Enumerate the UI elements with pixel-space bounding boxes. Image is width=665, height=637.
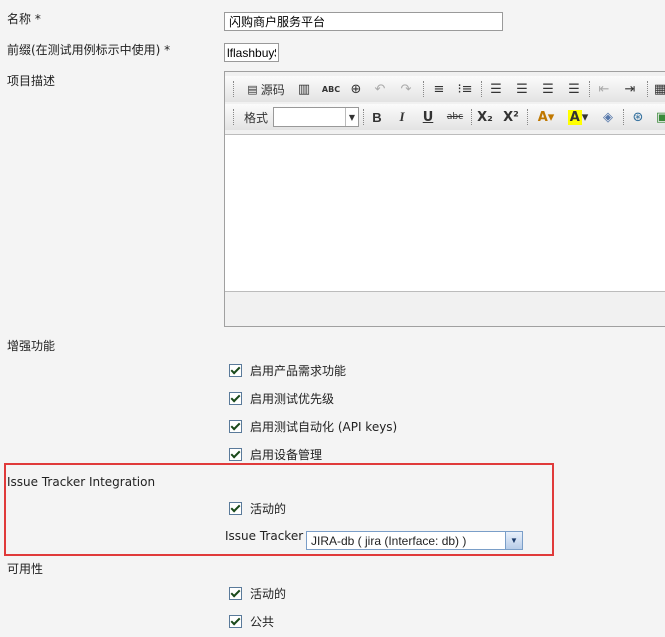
issue-tracker-active-checkbox[interactable] [229,501,242,515]
name-label: 名称 * [7,12,41,26]
rich-text-editor: ▤ 源码 ▥ ABC ⊕ ↶ ↷ ≡ ⁝≡ ☰ ☰ ☰ ☰ ⇤ ⇥ ▦ 格式 ▼… [224,71,665,327]
editor-content-area[interactable] [225,134,665,292]
source-icon: ▤ [247,82,258,96]
align-left-icon[interactable]: ☰ [487,80,505,98]
automation-checkbox-row[interactable]: 启用测试自动化 (API keys) [229,418,397,434]
public-checkbox[interactable] [229,614,242,628]
toolbar-grip [233,81,235,97]
prefix-input[interactable] [224,43,279,62]
table-icon[interactable]: ▦ [653,80,665,98]
italic-button[interactable]: I [393,108,411,126]
active-label: 活动的 [250,586,287,601]
chevron-down-icon[interactable]: ▼ [505,532,522,549]
issue-tracker-active-label: 活动的 [250,501,287,516]
inventory-label: 启用设备管理 [250,447,323,462]
align-right-icon[interactable]: ☰ [539,80,557,98]
priority-label: 启用测试优先级 [250,391,335,406]
bulleted-list-icon[interactable]: ⁝≡ [456,80,474,98]
bold-button[interactable]: B [368,108,386,126]
toolbar-separator [423,81,425,97]
issue-tracker-select[interactable]: JIRA-db ( jira (Interface: db) ) ▼ [306,531,523,550]
format-label: 格式 [243,110,268,125]
numbered-list-icon[interactable]: ≡ [430,80,448,98]
toolbar-separator [589,81,591,97]
name-input[interactable] [224,12,503,31]
toolbar-separator [647,81,649,97]
subscript-button[interactable]: X₂ [475,108,495,126]
inventory-checkbox[interactable] [229,447,242,461]
toolbar-separator [623,109,625,125]
align-center-icon[interactable]: ☰ [513,80,531,98]
toolbar-separator [527,109,529,125]
spellcheck-icon[interactable]: ABC [321,80,341,98]
redo-icon[interactable]: ↷ [397,80,415,98]
format-select[interactable]: ▼ [273,107,359,127]
image-icon[interactable]: ▣ [655,108,665,126]
underline-label: U [422,109,434,125]
outdent-icon[interactable]: ⇤ [595,80,613,98]
issue-tracker-label: Issue Tracker [225,529,304,543]
subscript-label: X₂ [477,109,493,125]
automation-checkbox[interactable] [229,419,242,433]
underline-button[interactable]: U [419,108,437,126]
priority-checkbox-row[interactable]: 启用测试优先级 [229,390,334,406]
source-label: 源码 [260,82,285,97]
paste-text-icon[interactable]: ▥ [295,80,313,98]
toolbar-separator [471,109,473,125]
prefix-label: 前缀(在测试用例标示中使用) * [7,43,171,57]
find-icon[interactable]: ⊕ [347,80,365,98]
background-color-icon[interactable]: A ▾ [565,108,591,126]
description-label: 项目描述 [7,74,56,88]
active-checkbox-row[interactable]: 活动的 [229,585,286,601]
public-checkbox-row[interactable]: 公共 [229,613,274,629]
requirements-checkbox[interactable] [229,363,242,377]
requirements-label: 启用产品需求功能 [250,363,347,378]
issue-tracker-selected-value: JIRA-db ( jira (Interface: db) ) [311,534,467,548]
italic-label: I [399,109,405,124]
toolbar-separator [481,81,483,97]
active-checkbox[interactable] [229,586,242,600]
spellcheck-label: ABC [321,84,341,94]
bold-label: B [372,109,382,125]
indent-icon[interactable]: ⇥ [621,80,639,98]
strikethrough-button[interactable]: abc [444,108,466,126]
requirements-checkbox-row[interactable]: 启用产品需求功能 [229,362,346,378]
public-label: 公共 [250,614,275,629]
undo-icon[interactable]: ↶ [371,80,389,98]
editor-toolbar-bottom: 格式 ▼ B I U abc X₂ X² A▾ A▾ ◈ ⊛ ▣ [225,104,665,130]
chevron-down-icon: ▼ [345,108,358,126]
strikethrough-label: abc [446,112,464,122]
priority-checkbox[interactable] [229,391,242,405]
source-button[interactable]: ▤ 源码 [243,80,289,98]
eraser-icon[interactable]: ◈ [599,108,617,126]
link-icon[interactable]: ⊛ [629,108,647,126]
issue-tracker-active-row[interactable]: 活动的 [229,500,286,516]
superscript-label: X² [503,109,519,125]
editor-toolbar-top: ▤ 源码 ▥ ABC ⊕ ↶ ↷ ≡ ⁝≡ ☰ ☰ ☰ ☰ ⇤ ⇥ ▦ [225,76,665,102]
enhanced-features-label: 增强功能 [7,339,56,353]
text-color-icon[interactable]: A▾ [533,108,559,126]
issue-tracker-section-label: Issue Tracker Integration [7,475,156,489]
superscript-button[interactable]: X² [501,108,521,126]
inventory-checkbox-row[interactable]: 启用设备管理 [229,446,322,462]
automation-label: 启用测试自动化 (API keys) [250,419,398,434]
toolbar-separator [363,109,365,125]
justify-icon[interactable]: ☰ [565,80,583,98]
availability-label: 可用性 [7,562,44,576]
toolbar-grip [233,109,235,125]
